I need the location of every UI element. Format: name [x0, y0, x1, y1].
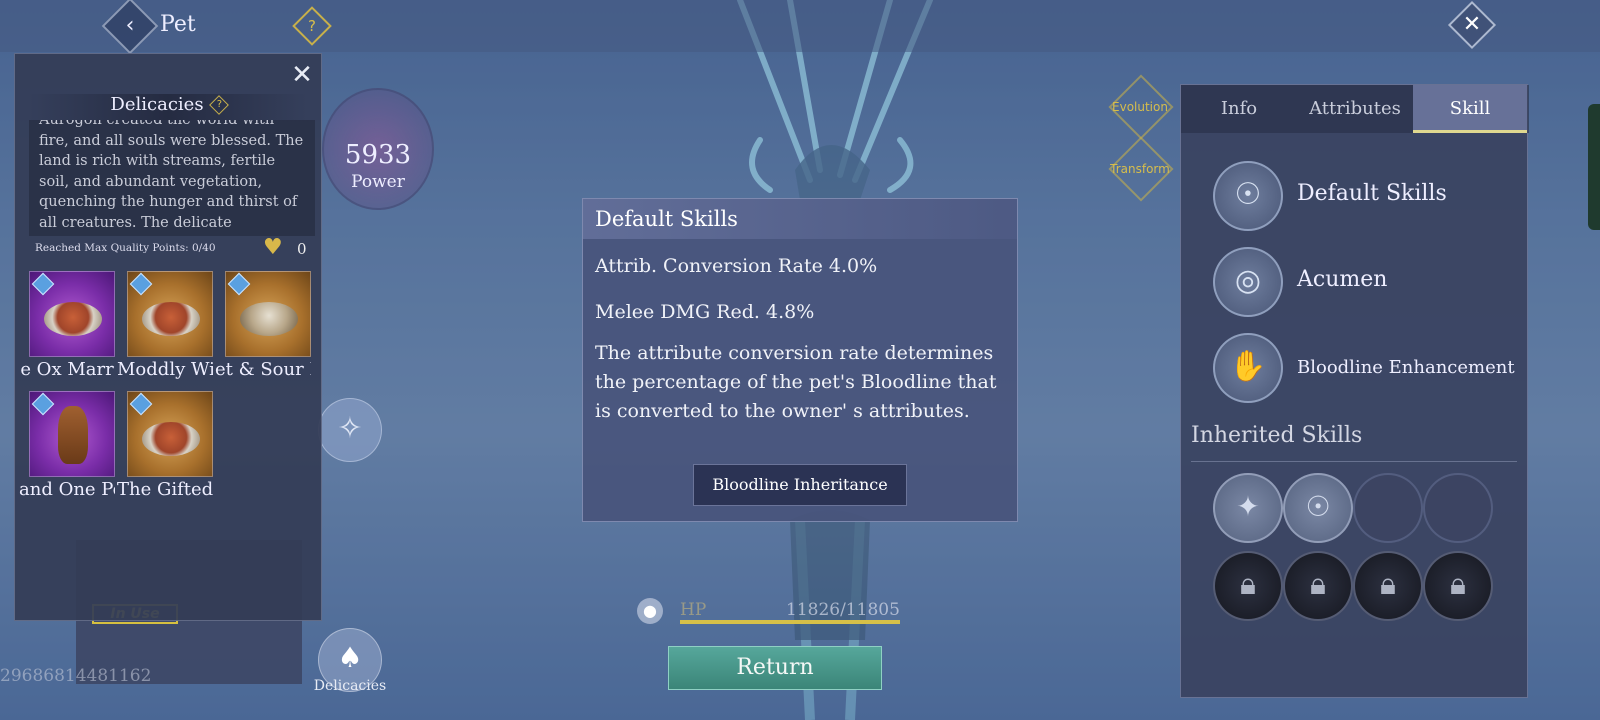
inherited-skill-slot[interactable]: ☉ — [1283, 473, 1353, 543]
page-title: Pet — [160, 12, 196, 37]
chevron-left-icon: ‹ — [125, 13, 135, 38]
skill-name: Default Skills — [1297, 181, 1447, 206]
inherited-skill-slot-empty[interactable] — [1423, 473, 1493, 543]
hp-drop-icon: ● — [637, 598, 663, 624]
attrib-conversion-rate: Attrib. Conversion Rate 4.0% — [595, 255, 878, 277]
spiral-icon: ◎ — [1213, 247, 1283, 317]
food-label: Moddly Wi — [117, 359, 213, 380]
food-item[interactable] — [225, 271, 311, 357]
bloodline-inheritance-button[interactable]: Bloodline Inheritance — [693, 464, 907, 506]
lock-icon: 🔒︎ — [1240, 567, 1256, 602]
description-text: Aurogon created the world with fire, and… — [39, 120, 304, 236]
skill-panel: Info Attributes Skill ☉ Default Skills ◎… — [1180, 84, 1529, 698]
food-item[interactable] — [127, 271, 213, 357]
skill-name: Bloodline Enhancement — [1297, 357, 1515, 378]
skill-default[interactable]: ☉ Default Skills — [1213, 161, 1523, 233]
food-item[interactable] — [29, 391, 115, 477]
delicacies-panel: ✕ Delicacies? Aurogon created the world … — [14, 53, 322, 621]
rarity-gem-icon — [31, 392, 55, 416]
food-item[interactable] — [29, 271, 115, 357]
dish-icon — [142, 422, 200, 456]
locked-slot[interactable]: 🔒︎ — [1353, 551, 1423, 621]
skill-acumen[interactable]: ◎ Acumen — [1213, 247, 1523, 319]
beast-head-icon: ☉ — [1213, 161, 1283, 231]
hp-label: HP — [680, 600, 707, 620]
divider — [1191, 461, 1517, 462]
locked-slot[interactable]: 🔒︎ — [1423, 551, 1493, 621]
lock-icon: 🔒︎ — [1310, 567, 1326, 602]
tab-bar: Info Attributes Skill — [1181, 85, 1529, 133]
delicacies-description[interactable]: Aurogon created the world with fire, and… — [29, 120, 315, 236]
rarity-gem-icon — [129, 392, 153, 416]
heart-icon: ♥ — [263, 235, 283, 260]
tab-skill[interactable]: Skill — [1413, 85, 1527, 133]
delicacies-title: Delicacies — [110, 94, 204, 115]
popup-description: The attribute conversion rate determines… — [595, 342, 997, 422]
lock-icon: 🔒︎ — [1380, 567, 1396, 602]
evolution-label: Evolution — [1112, 100, 1168, 114]
food-label: et & Sour Ic — [215, 359, 311, 380]
dragon-icon[interactable]: ✧ — [318, 398, 382, 462]
tab-attributes[interactable]: Attributes — [1297, 85, 1413, 133]
inherited-skills-title: Inherited Skills — [1191, 423, 1363, 448]
hp-value: 11826/11805 — [786, 600, 900, 620]
dragon-skill-icon: ✦ — [1236, 490, 1260, 523]
close-icon: ✕ — [1462, 12, 1482, 37]
side-tab-handle[interactable] — [1588, 104, 1600, 230]
hp-bar-fill — [680, 620, 900, 624]
help-icon[interactable]: ? — [208, 95, 229, 115]
inherited-skill-slot[interactable]: ✦ — [1213, 473, 1283, 543]
bird-icon: ♠ — [337, 641, 363, 674]
heart-count: 0 — [297, 240, 307, 258]
dish-icon — [44, 302, 102, 336]
skill-tooltip-popup: Default Skills Attrib. Conversion Rate 4… — [582, 198, 1018, 522]
locked-slot[interactable]: 🔒︎ — [1283, 551, 1353, 621]
dish-icon — [240, 302, 298, 336]
skill-bloodline-enhancement[interactable]: ✋ Bloodline Enhancement — [1213, 333, 1523, 405]
return-button[interactable]: Return — [668, 646, 882, 690]
pot-icon — [58, 406, 88, 464]
lock-icon: 🔒︎ — [1450, 567, 1466, 602]
tab-info[interactable]: Info — [1181, 85, 1297, 133]
rarity-gem-icon — [227, 272, 251, 296]
pet-id: 29686814481162 — [0, 666, 152, 686]
rarity-gem-icon — [31, 272, 55, 296]
quality-points: Reached Max Quality Points: 0/40 — [35, 242, 216, 254]
skill-name: Acumen — [1297, 267, 1388, 292]
melee-dmg-red: Melee DMG Red. 4.8% — [595, 301, 815, 323]
power-value: 5933 — [344, 140, 412, 170]
delicacies-button-label: Delicacies — [313, 678, 387, 694]
hp-bar — [680, 620, 900, 624]
food-label: The Gifted — [117, 479, 213, 500]
close-icon[interactable]: ✕ — [287, 60, 317, 90]
rarity-gem-icon — [129, 272, 153, 296]
top-bar — [0, 0, 1600, 52]
popup-title: Default Skills — [583, 199, 1017, 239]
food-item[interactable] — [127, 391, 213, 477]
locked-slot[interactable]: 🔒︎ — [1213, 551, 1283, 621]
food-label: e Ox Marr — [20, 359, 114, 380]
delicacies-header: Delicacies? — [29, 94, 307, 120]
transform-label: Transform — [1110, 162, 1170, 176]
food-label: and One Po — [19, 479, 115, 500]
beast-skill-icon: ☉ — [1305, 490, 1331, 523]
dish-icon — [142, 302, 200, 336]
inherited-skill-slot-empty[interactable] — [1353, 473, 1423, 543]
power-label: Power — [351, 172, 405, 192]
question-icon: ? — [308, 17, 316, 35]
claw-icon: ✋ — [1213, 333, 1283, 403]
